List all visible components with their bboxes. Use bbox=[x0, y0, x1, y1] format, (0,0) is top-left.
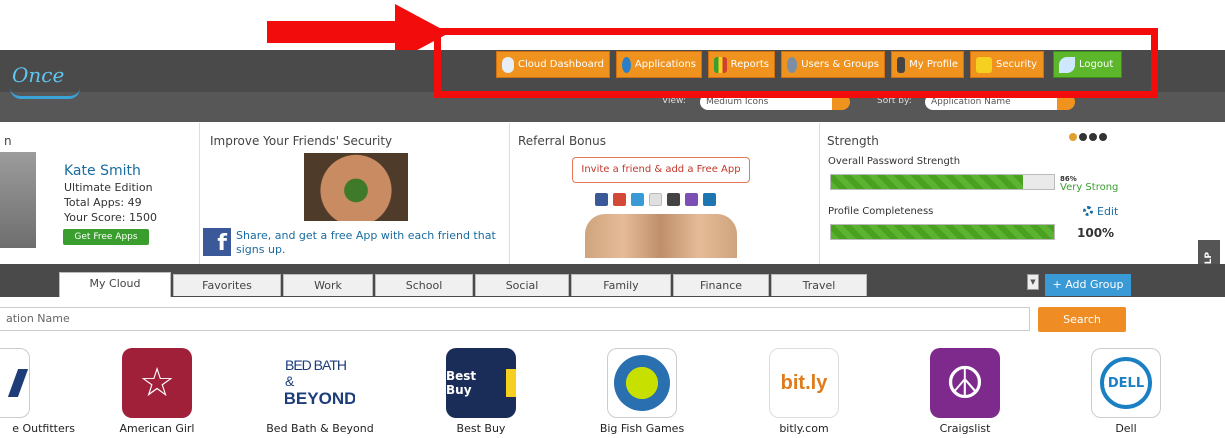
get-free-apps-button[interactable]: Get Free Apps bbox=[63, 229, 149, 245]
app-name[interactable]: Dell bbox=[1051, 422, 1201, 435]
wordpress-icon[interactable] bbox=[667, 193, 680, 206]
facebook-share-icon[interactable] bbox=[595, 193, 608, 206]
tab-finance[interactable]: Finance bbox=[673, 274, 769, 296]
peace-glyph: ☮ bbox=[945, 357, 985, 409]
linkedin-icon[interactable] bbox=[703, 193, 716, 206]
star-glyph: ☆ bbox=[139, 360, 175, 406]
tab-family[interactable]: Family bbox=[571, 274, 671, 296]
tabs-dropdown[interactable]: ▼ bbox=[1027, 274, 1039, 290]
bitly-icon[interactable]: bit.ly bbox=[769, 348, 839, 418]
app-name[interactable]: e Outfitters bbox=[0, 422, 75, 435]
american-girl-icon[interactable]: ☆ bbox=[122, 348, 192, 418]
email-icon[interactable] bbox=[649, 193, 662, 206]
friends-panel-title: Improve Your Friends' Security bbox=[210, 134, 393, 148]
app-name[interactable]: American Girl bbox=[82, 422, 232, 435]
carousel-dot[interactable] bbox=[1079, 133, 1087, 141]
user-score: Your Score: 1500 bbox=[64, 211, 157, 224]
user-edition: Ultimate Edition bbox=[64, 181, 153, 194]
eagle-icon[interactable] bbox=[0, 348, 30, 418]
dell-ring: DELL bbox=[1100, 357, 1152, 409]
referral-panel-title: Referral Bonus bbox=[518, 134, 606, 148]
overall-strength-label: Overall Password Strength bbox=[828, 156, 961, 167]
strength-panel-title: Strength bbox=[827, 134, 879, 148]
google-plus-icon[interactable] bbox=[613, 193, 626, 206]
eagle-mark bbox=[7, 369, 29, 397]
profile-completeness-bar bbox=[830, 224, 1055, 240]
carousel-dot[interactable] bbox=[1089, 133, 1097, 141]
tab-work[interactable]: Work bbox=[283, 274, 373, 296]
user-total-apps: Total Apps: 49 bbox=[64, 196, 142, 209]
yahoo-icon[interactable] bbox=[685, 193, 698, 206]
carousel-dot[interactable] bbox=[1069, 133, 1077, 141]
tab-travel[interactable]: Travel bbox=[771, 274, 867, 296]
search-button[interactable]: Search bbox=[1038, 307, 1126, 332]
thumbs-up-image bbox=[585, 214, 737, 258]
hands-image bbox=[304, 153, 408, 221]
app-name[interactable]: Bed Bath & Beyond bbox=[245, 422, 395, 435]
profile-completeness-percent: 100% bbox=[1077, 226, 1115, 240]
twitter-icon[interactable] bbox=[631, 193, 644, 206]
carousel-dots[interactable] bbox=[1069, 131, 1109, 144]
app-name[interactable]: Big Fish Games bbox=[567, 422, 717, 435]
logo: Once bbox=[12, 63, 65, 87]
share-link[interactable]: Share, and get a free App with each frie… bbox=[236, 229, 508, 257]
tab-favorites[interactable]: Favorites bbox=[173, 274, 281, 296]
app-name[interactable]: Craigslist bbox=[890, 422, 1040, 435]
overall-strength-rating: Very Strong bbox=[1060, 182, 1119, 193]
app-name[interactable]: Best Buy bbox=[406, 422, 556, 435]
edit-profile-link[interactable]: Edit bbox=[1083, 205, 1118, 218]
bed-bath-beyond-icon[interactable]: BED BATH & BEYOND bbox=[285, 348, 355, 418]
profile-completeness-label: Profile Completeness bbox=[828, 206, 934, 217]
best-buy-icon[interactable]: Best Buy bbox=[446, 348, 516, 418]
tab-my-cloud[interactable]: My Cloud bbox=[59, 272, 171, 297]
dell-icon[interactable]: DELL bbox=[1091, 348, 1161, 418]
user-name[interactable]: Kate Smith bbox=[64, 163, 141, 179]
big-fish-icon[interactable] bbox=[607, 348, 677, 418]
search-input[interactable]: ation Name bbox=[0, 307, 1030, 331]
facebook-icon[interactable]: f bbox=[203, 228, 231, 256]
tab-social[interactable]: Social bbox=[475, 274, 569, 296]
profile-panel-title: n bbox=[4, 134, 12, 148]
profile-completeness-fill bbox=[831, 225, 1054, 239]
logo-swoosh bbox=[10, 88, 80, 99]
big-fish-globe bbox=[614, 355, 670, 411]
carousel-dot[interactable] bbox=[1099, 133, 1107, 141]
add-group-button[interactable]: + Add Group bbox=[1045, 274, 1131, 296]
invite-friend-button[interactable]: Invite a friend & add a Free App bbox=[572, 157, 750, 183]
tab-school[interactable]: School bbox=[375, 274, 473, 296]
overall-strength-bar bbox=[830, 174, 1055, 190]
overall-strength-fill bbox=[831, 175, 1023, 189]
user-photo bbox=[0, 152, 36, 248]
app-name[interactable]: bitly.com bbox=[729, 422, 879, 435]
peace-icon[interactable]: ☮ bbox=[930, 348, 1000, 418]
gear-icon bbox=[1083, 206, 1093, 216]
annotation-highlight-box bbox=[434, 28, 1158, 98]
